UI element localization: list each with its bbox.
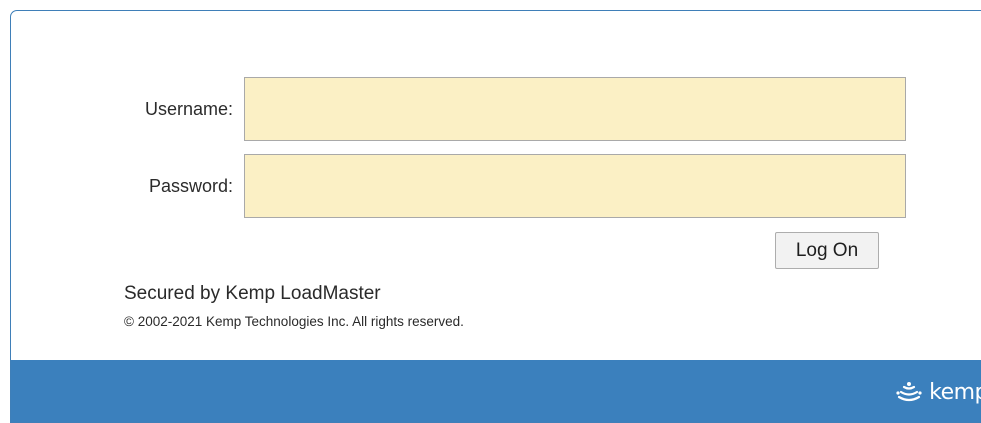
kemp-brand: kemp xyxy=(895,380,981,405)
password-label: Password: xyxy=(148,176,233,196)
copyright-text: © 2002-2021 Kemp Technologies Inc. All r… xyxy=(124,314,464,329)
username-input[interactable] xyxy=(244,77,906,141)
login-panel: Username: Password: Log On Secured by Ke… xyxy=(10,10,981,423)
secured-by-text: Secured by Kemp LoadMaster xyxy=(124,283,381,304)
password-row: Password: xyxy=(11,154,981,218)
footer-bar: kemp xyxy=(11,360,981,422)
password-input[interactable] xyxy=(244,154,906,218)
kemp-brand-text: kemp xyxy=(929,380,981,405)
username-label: Username: xyxy=(144,99,233,119)
kemp-logo-icon xyxy=(895,381,923,405)
username-row: Username: xyxy=(11,77,981,141)
log-on-button[interactable]: Log On xyxy=(775,232,879,269)
